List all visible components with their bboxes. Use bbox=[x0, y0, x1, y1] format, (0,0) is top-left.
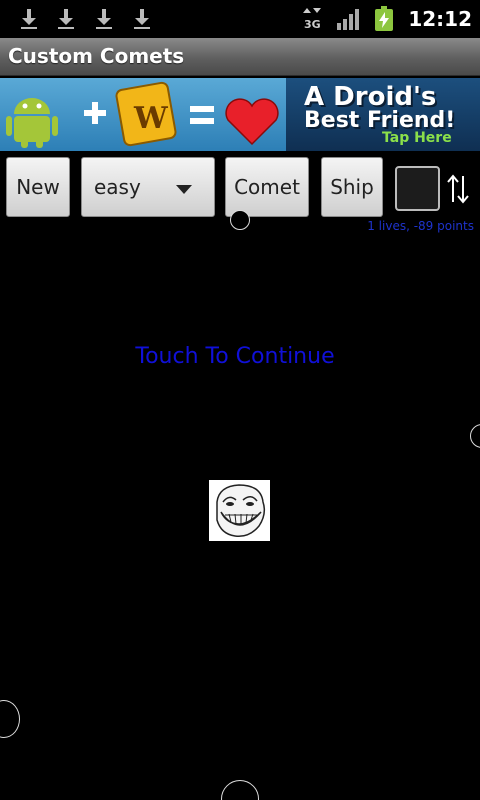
ad-text-panel[interactable]: A Droid's Best Friend! Tap Here bbox=[286, 78, 480, 151]
network-label: 3G bbox=[304, 18, 321, 31]
difficulty-value: easy bbox=[94, 175, 141, 199]
ship-button[interactable]: Ship bbox=[321, 157, 383, 217]
clock: 12:12 bbox=[408, 7, 472, 31]
ad-banner[interactable]: W A Droid's Best Friend! Tap Here bbox=[0, 78, 480, 151]
words-tile-icon: W bbox=[115, 81, 177, 147]
network-3g-icon: 3G bbox=[303, 8, 322, 31]
download-icon bbox=[58, 9, 74, 29]
download-icon bbox=[96, 9, 112, 29]
title-bar: Custom Comets bbox=[0, 38, 480, 76]
swap-vertical-icon[interactable] bbox=[446, 172, 470, 206]
signal-icon bbox=[337, 9, 360, 30]
difficulty-select[interactable]: easy bbox=[81, 157, 215, 217]
download-icon bbox=[21, 9, 37, 29]
comet-button[interactable]: Comet bbox=[225, 157, 309, 217]
plus-icon bbox=[84, 102, 106, 124]
ad-cta[interactable]: Tap Here bbox=[382, 130, 452, 146]
ad-illustration: W bbox=[6, 81, 279, 148]
android-robot-icon bbox=[6, 98, 58, 148]
touch-to-continue-message[interactable]: Touch To Continue bbox=[0, 344, 470, 369]
ad-artwork[interactable]: W bbox=[0, 78, 286, 151]
app-title: Custom Comets bbox=[8, 44, 185, 68]
troll-face-icon bbox=[209, 480, 270, 541]
svg-text:W: W bbox=[133, 101, 169, 136]
status-bar: 3G 12:12 bbox=[0, 0, 480, 38]
comet-icon bbox=[230, 210, 250, 230]
dropdown-arrow-icon bbox=[176, 185, 192, 194]
equals-icon bbox=[190, 106, 214, 124]
heart-icon bbox=[225, 98, 279, 146]
battery-charging-icon bbox=[375, 6, 394, 31]
new-game-button[interactable]: New bbox=[6, 157, 70, 217]
option-checkbox[interactable] bbox=[395, 166, 440, 211]
download-icon bbox=[134, 9, 150, 29]
